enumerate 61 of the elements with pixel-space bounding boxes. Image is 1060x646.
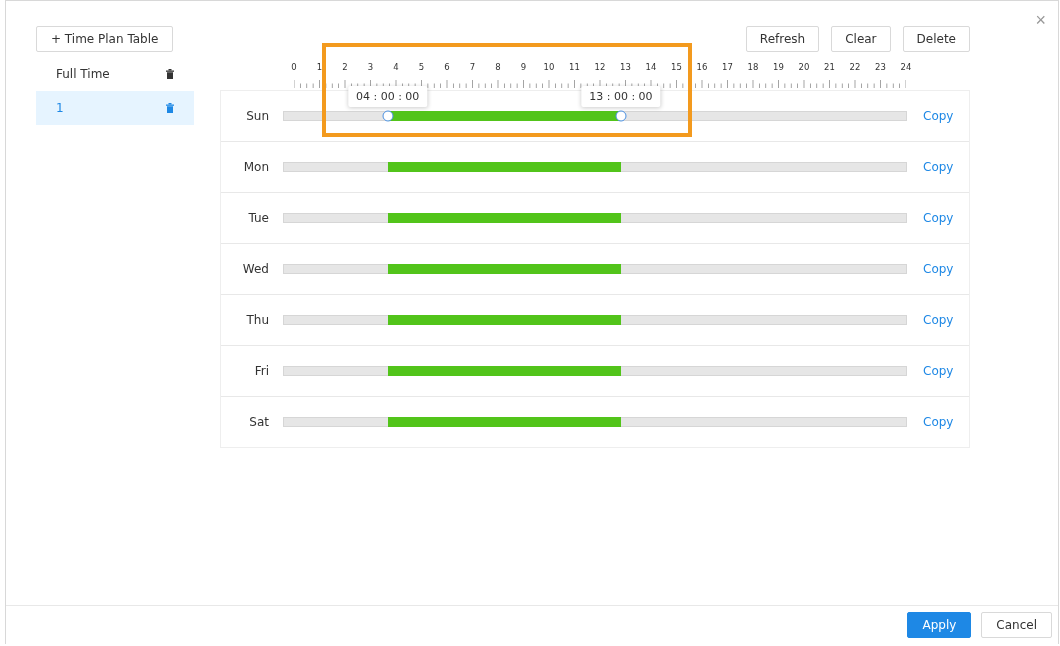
copy-link[interactable]: Copy: [907, 109, 969, 123]
hour-label: 16: [696, 62, 708, 72]
copy-link[interactable]: Copy: [907, 262, 969, 276]
time-track[interactable]: [283, 162, 907, 172]
hour-label: 23: [875, 62, 886, 72]
cancel-button[interactable]: Cancel: [981, 612, 1052, 638]
hour-label: 0: [291, 62, 297, 72]
day-label: Fri: [253, 364, 269, 378]
start-handle[interactable]: [382, 110, 394, 122]
toolbar-button[interactable]: Delete: [902, 26, 970, 52]
plan-item[interactable]: Full Time: [36, 57, 194, 91]
copy-link[interactable]: Copy: [907, 415, 969, 429]
plan-name: Full Time: [56, 67, 110, 81]
day-label: Tue: [247, 211, 269, 225]
hour-label: 3: [367, 62, 374, 72]
hour-label: 19: [773, 62, 784, 72]
hour-label: 18: [747, 62, 759, 72]
time-tooltip: 13 : 00 : 00: [581, 86, 661, 107]
add-plan-button[interactable]: + Time Plan Table: [36, 26, 174, 52]
hour-label: 2: [342, 62, 348, 72]
hour-label: 9: [520, 62, 527, 72]
hour-label: 15: [671, 62, 682, 72]
hour-label: 8: [495, 62, 501, 72]
toolbar-button[interactable]: Clear: [831, 26, 891, 52]
hour-label: 10: [543, 62, 555, 72]
apply-button[interactable]: Apply: [907, 612, 972, 638]
copy-link[interactable]: Copy: [907, 160, 969, 174]
hour-label: 21: [824, 62, 835, 72]
day-label: Thu: [245, 313, 269, 327]
plan-name: 1: [56, 101, 64, 115]
day-label: Sun: [245, 109, 269, 123]
hour-label: 14: [645, 62, 657, 72]
end-handle[interactable]: [615, 110, 627, 122]
copy-link[interactable]: Copy: [907, 211, 969, 225]
toolbar-button[interactable]: Refresh: [745, 26, 820, 52]
time-track[interactable]: [283, 315, 907, 325]
time-track[interactable]: [283, 366, 907, 376]
hour-label: 12: [594, 62, 606, 72]
time-track[interactable]: [283, 264, 907, 274]
time-track[interactable]: [283, 213, 907, 223]
hour-label: 6: [444, 62, 450, 72]
day-label: Sat: [248, 415, 269, 429]
hour-label: 4: [393, 62, 399, 72]
hour-label: 17: [722, 62, 733, 72]
hour-label: 1: [316, 62, 323, 72]
delete-icon[interactable]: [166, 69, 174, 79]
hour-label: 13: [620, 62, 631, 72]
copy-link[interactable]: Copy: [907, 364, 969, 378]
day-label: Mon: [242, 160, 269, 174]
day-label: Wed: [241, 262, 269, 276]
hour-label: 20: [798, 62, 810, 72]
hour-label: 11: [569, 62, 580, 72]
time-tooltip: 04 : 00 : 00: [348, 86, 428, 107]
hour-label: 7: [469, 62, 476, 72]
close-button[interactable]: ×: [1035, 11, 1046, 29]
hour-label: 22: [849, 62, 861, 72]
hour-label: 24: [900, 62, 912, 72]
time-track[interactable]: [283, 417, 907, 427]
copy-link[interactable]: Copy: [907, 313, 969, 327]
hour-label: 5: [418, 62, 425, 72]
plan-item[interactable]: 1: [36, 91, 194, 125]
